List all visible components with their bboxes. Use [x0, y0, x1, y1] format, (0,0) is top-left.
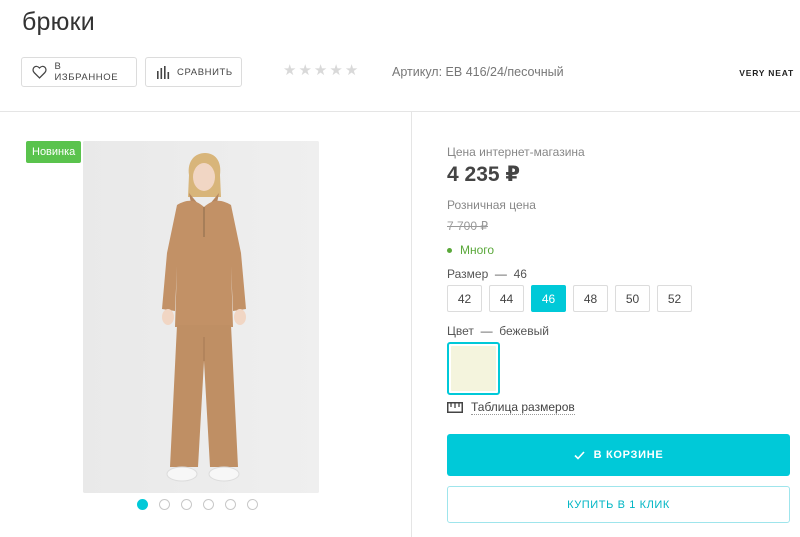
size-table-link[interactable]: Таблица размеров — [447, 400, 575, 415]
compare-label: СРАВНИТЬ — [177, 66, 233, 78]
star-icon[interactable]: ★ — [298, 63, 311, 78]
color-heading: Цвет — бежевый — [447, 324, 549, 338]
size-dash: — — [494, 267, 507, 281]
brand-logo[interactable]: VERY NEAT — [739, 68, 794, 78]
online-price: 4 235 ₽ — [447, 163, 520, 186]
favorites-label: В ИЗБРАННОЕ — [54, 61, 119, 83]
star-icon[interactable]: ★ — [314, 63, 327, 78]
in-cart-label: В КОРЗИНЕ — [593, 449, 664, 461]
gallery-dot[interactable] — [225, 499, 236, 510]
star-icon[interactable]: ★ — [283, 63, 296, 78]
star-icon[interactable]: ★ — [345, 63, 358, 78]
size-table-label: Таблица размеров — [471, 400, 575, 415]
size-heading: Размер — 46 — [447, 267, 527, 281]
size-option-selected[interactable]: 46 — [531, 285, 566, 312]
stock-indicator-icon — [447, 247, 452, 253]
new-badge: Новинка — [26, 141, 82, 163]
color-swatch-fill — [451, 346, 496, 391]
gallery-pagination[interactable] — [137, 499, 258, 510]
color-label: Цвет — [447, 324, 474, 338]
sku-text: Артикул: ЕВ 416/24/песочный — [392, 65, 564, 79]
model-illustration — [83, 141, 319, 493]
size-option[interactable]: 42 — [447, 285, 482, 312]
page-title: брюки — [22, 8, 95, 36]
size-option[interactable]: 50 — [615, 285, 650, 312]
gallery-dot[interactable] — [159, 499, 170, 510]
header-divider — [0, 111, 800, 112]
in-cart-button[interactable]: В КОРЗИНЕ — [447, 434, 790, 476]
add-to-favorites-button[interactable]: В ИЗБРАННОЕ — [21, 57, 137, 87]
buy-one-click-button[interactable]: КУПИТЬ В 1 КЛИК — [447, 486, 790, 523]
color-dash: — — [480, 324, 493, 338]
compare-button[interactable]: СРАВНИТЬ — [145, 57, 242, 87]
column-divider — [411, 112, 412, 537]
star-icon[interactable]: ★ — [329, 63, 342, 78]
retail-price-label: Розничная цена — [447, 198, 536, 212]
size-options: 42 44 46 48 50 52 — [447, 285, 692, 312]
product-photo[interactable] — [83, 141, 319, 493]
check-icon — [574, 450, 585, 460]
gallery-dot[interactable] — [203, 499, 214, 510]
size-option[interactable]: 44 — [489, 285, 524, 312]
size-option[interactable]: 48 — [573, 285, 608, 312]
gallery-dot[interactable] — [181, 499, 192, 510]
stock-label: Много — [460, 243, 495, 257]
online-price-label: Цена интернет-магазина — [447, 145, 585, 159]
size-option[interactable]: 52 — [657, 285, 692, 312]
gallery-dot[interactable] — [137, 499, 148, 510]
ruler-icon — [447, 402, 463, 413]
size-label: Размер — [447, 267, 489, 281]
color-swatch-selected[interactable] — [447, 342, 500, 395]
selected-size: 46 — [513, 267, 527, 281]
retail-price: 7 700 ₽ — [447, 219, 488, 233]
heart-icon — [32, 64, 47, 80]
bar-chart-icon — [156, 64, 170, 80]
selected-color: бежевый — [499, 324, 549, 338]
stock-status: Много — [447, 243, 494, 257]
rating-stars[interactable]: ★ ★ ★ ★ ★ — [283, 63, 358, 78]
gallery-dot[interactable] — [247, 499, 258, 510]
